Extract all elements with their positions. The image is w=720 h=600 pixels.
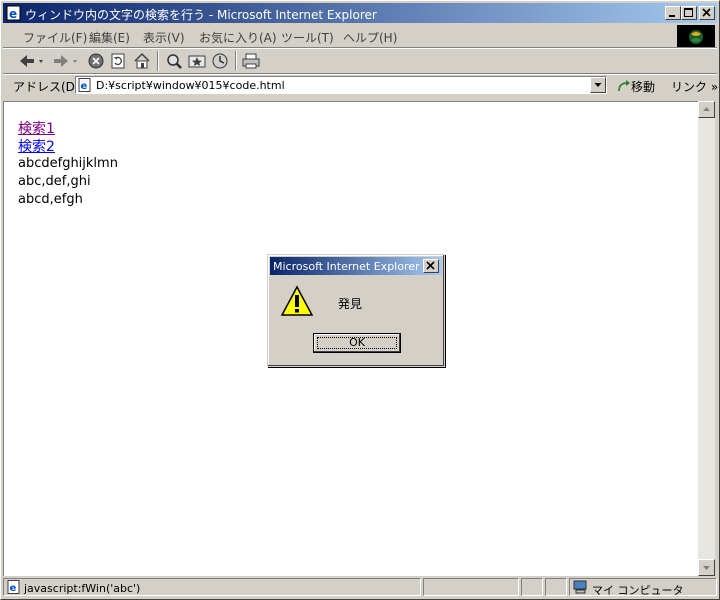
- stop-icon[interactable]: [87, 51, 105, 71]
- refresh-icon[interactable]: [109, 51, 127, 71]
- maximize-icon: [684, 8, 693, 17]
- go-label: 移動: [631, 80, 656, 94]
- svg-text:e: e: [9, 7, 17, 21]
- svg-text:e: e: [81, 81, 88, 92]
- address-value: D:¥script¥window¥015¥code.html: [96, 79, 285, 92]
- menu-help[interactable]: ヘルプ(H): [343, 29, 397, 46]
- alert-dialog: Microsoft Internet Explorer 発見 OK: [267, 254, 445, 367]
- ie-page-icon: e: [6, 5, 21, 21]
- print-icon[interactable]: [241, 51, 261, 71]
- links-button[interactable]: リンク »: [671, 78, 718, 95]
- menu-favorites[interactable]: お気に入り(A): [199, 29, 277, 46]
- toolbar-separator-2: [235, 51, 237, 71]
- minimize-icon: [669, 15, 675, 17]
- text-line-2: abc,def,ghi: [18, 174, 91, 189]
- close-button[interactable]: [699, 6, 715, 20]
- home-icon[interactable]: [133, 51, 151, 71]
- menu-file[interactable]: ファイル(F): [23, 29, 87, 46]
- search-link-1[interactable]: 検索1: [18, 118, 55, 138]
- go-button[interactable]: 移動: [617, 78, 655, 95]
- address-label: アドレス(D): [13, 80, 80, 94]
- standard-toolbar: [3, 48, 717, 74]
- history-icon[interactable]: [211, 51, 229, 71]
- favorites-icon[interactable]: [187, 51, 207, 71]
- menu-edit[interactable]: 編集(E): [89, 29, 130, 46]
- scroll-up-button[interactable]: [698, 101, 715, 118]
- back-arrow-icon[interactable]: [17, 51, 47, 71]
- vertical-scrollbar[interactable]: [698, 101, 715, 576]
- status-panel-main: e javascript:fWin('abc'): [3, 578, 421, 596]
- address-bar: アドレス(D) e D:¥script¥window¥015¥code.html…: [3, 74, 718, 98]
- status-text: javascript:fWin('abc'): [24, 582, 141, 595]
- menu-bar: ファイル(F) 編集(E) 表示(V) お気に入り(A) ツール(T) ヘルプ(…: [3, 25, 673, 47]
- svg-text:e: e: [10, 583, 17, 594]
- close-icon: [702, 8, 711, 17]
- title-bar[interactable]: e ウィンドウ内の文字の検索を行う - Microsoft Internet E…: [3, 3, 717, 23]
- minimize-button[interactable]: [665, 6, 681, 20]
- address-dropdown-button[interactable]: [590, 77, 606, 93]
- status-panel-4: [545, 578, 567, 596]
- menu-view[interactable]: 表示(V): [143, 29, 185, 46]
- windows-logo-icon: [689, 30, 703, 44]
- status-bar: e javascript:fWin('abc') マイ コンピュータ: [3, 577, 717, 597]
- text-line-3: abcd,efgh: [18, 192, 83, 207]
- toolbar-separator: [157, 51, 159, 71]
- dialog-title-bar[interactable]: Microsoft Internet Explorer: [270, 257, 442, 275]
- page-icon: e: [78, 78, 91, 92]
- text-line-1: abcdefghijklmn: [18, 156, 118, 171]
- close-icon: [426, 261, 435, 270]
- dialog-message: 発見: [338, 297, 363, 311]
- page-icon: e: [7, 580, 20, 594]
- my-computer-icon: [573, 580, 587, 594]
- ok-button[interactable]: OK: [313, 333, 401, 353]
- dialog-title: Microsoft Internet Explorer: [273, 260, 420, 273]
- chevron-down-icon: [703, 566, 710, 570]
- status-panel-3: [521, 578, 543, 596]
- chevron-down-icon: [594, 83, 602, 87]
- status-zone-panel: マイ コンピュータ: [569, 578, 717, 597]
- maximize-button[interactable]: [681, 6, 697, 20]
- menu-tools[interactable]: ツール(T): [281, 29, 334, 46]
- ok-label: OK: [349, 336, 365, 349]
- forward-arrow-icon[interactable]: [51, 51, 81, 71]
- search-link-2[interactable]: 検索2: [18, 136, 55, 156]
- search-icon[interactable]: [165, 51, 183, 71]
- dialog-close-button[interactable]: [423, 259, 439, 273]
- ie-logo: [677, 25, 715, 49]
- window-title: ウィンドウ内の文字の検索を行う - Microsoft Internet Exp…: [25, 8, 377, 22]
- go-arrow-icon: [618, 80, 630, 92]
- scroll-down-button[interactable]: [698, 559, 715, 576]
- address-input[interactable]: e D:¥script¥window¥015¥code.html: [75, 76, 607, 94]
- warning-icon: [280, 285, 314, 316]
- chevron-up-icon: [703, 107, 710, 111]
- status-zone: マイ コンピュータ: [592, 584, 684, 597]
- status-panel-2: [423, 578, 519, 596]
